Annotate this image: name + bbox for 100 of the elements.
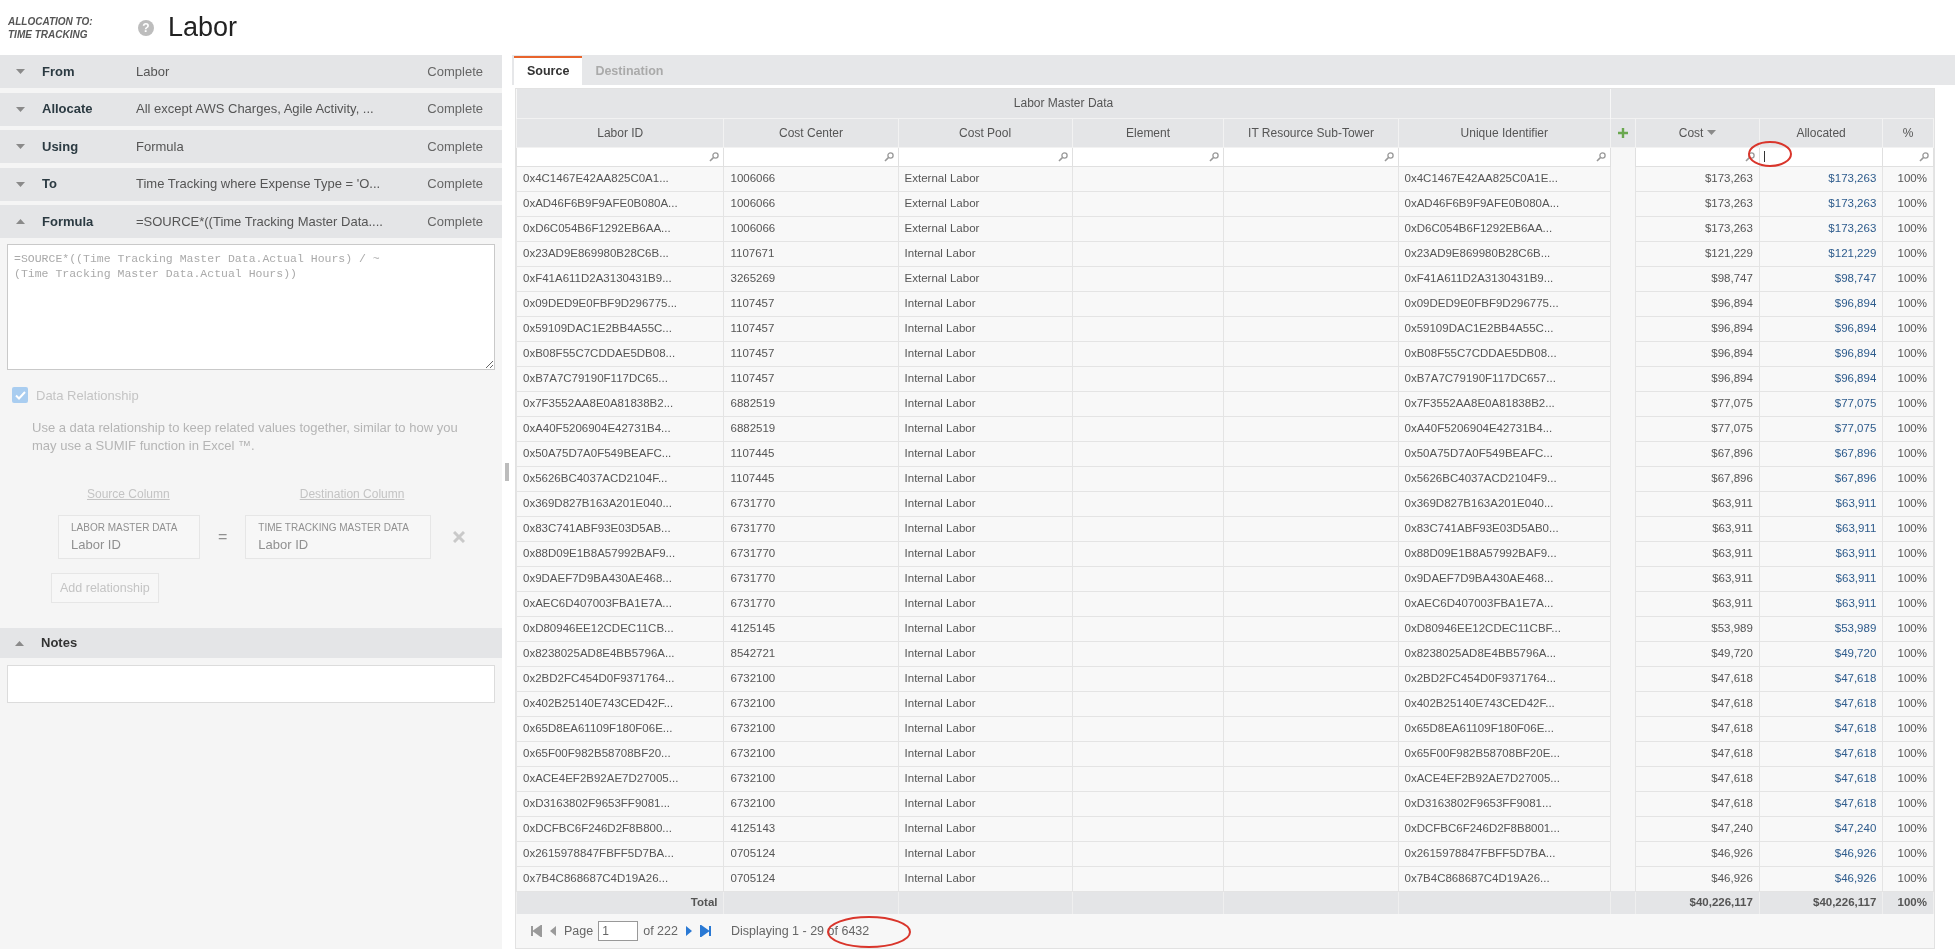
table-cell: $121,229 — [1759, 241, 1883, 266]
table-cell: 0x65F00F982B58708BF20... — [516, 741, 724, 766]
table-cell: $77,075 — [1635, 416, 1760, 441]
add-column-icon[interactable] — [1618, 127, 1629, 138]
table-cell: 0xD3163802F9653FF9081... — [516, 791, 724, 816]
table-cell: 0xD80946EE12CDEC11CB... — [516, 616, 724, 641]
tab[interactable]: Source — [514, 56, 583, 85]
section-header[interactable]: Formula =SOURCE*((Time Tracking Master Data.... Complete — [0, 205, 502, 238]
column-header[interactable]: Cost Pool — [959, 123, 1012, 142]
allocation-kicker: ALLOCATION TO: — [8, 14, 94, 28]
table-cell: 0x7B4C868687C4D19A26... — [1398, 866, 1611, 891]
table-cell: 0xF41A611D2A3130431B9... — [516, 266, 724, 291]
sort-descending-icon[interactable] — [1707, 130, 1717, 135]
text-cursor — [1763, 151, 1765, 162]
table-cell: Internal Labor — [898, 466, 1073, 491]
table-cell: $96,894 — [1635, 366, 1760, 391]
table-cell: $96,894 — [1635, 341, 1760, 366]
table-cell: 0x7F3552AA8E0A81838B2... — [1398, 391, 1611, 416]
table-cell: 0xD6C054B6F1292EB6AA... — [516, 216, 724, 241]
section-header[interactable]: To Time Tracking where Expense Type = 'O... Complete — [0, 167, 502, 201]
section-value: =SOURCE*((Time Tracking Master Data.... — [136, 212, 384, 231]
section-label: Allocate — [42, 100, 94, 119]
section-header[interactable]: Using Formula Complete — [0, 130, 502, 163]
table-cell: 0xD3163802F9653FF9081... — [1398, 791, 1611, 816]
table-cell: $47,618 — [1759, 716, 1883, 741]
caret-up-icon[interactable] — [16, 219, 25, 224]
column-header[interactable]: % — [1902, 123, 1914, 142]
table-cell: 0x9DAEF7D9BA430AE468... — [1398, 566, 1611, 591]
table-cell: $47,618 — [1759, 766, 1883, 791]
table-cell: 0x88D09E1B8A57992BAF9... — [1398, 541, 1611, 566]
allocation-target: TIME TRACKING — [8, 27, 89, 41]
table-cell: Internal Labor — [898, 291, 1073, 316]
table-cell: 1006066 — [724, 216, 899, 241]
table-cell: 0x65D8EA61109F180F06E... — [1398, 716, 1611, 741]
search-icon — [1596, 151, 1607, 162]
table-cell: $63,911 — [1635, 591, 1760, 616]
caret-down-icon[interactable] — [16, 69, 25, 74]
table-cell: $121,229 — [1635, 241, 1760, 266]
table-cell: $98,747 — [1759, 266, 1883, 291]
table-cell: $47,618 — [1759, 741, 1883, 766]
table-cell: Internal Labor — [898, 516, 1073, 541]
table-cell: Internal Labor — [898, 666, 1073, 691]
table-cell: Internal Labor — [898, 391, 1073, 416]
section-label: Using — [42, 137, 80, 156]
resize-handle[interactable] — [505, 463, 509, 481]
table-cell: $77,075 — [1635, 391, 1760, 416]
table-cell: 0x23AD9E869980B28C6B... — [516, 241, 724, 266]
table-cell: $63,911 — [1759, 491, 1883, 516]
table-cell: 0x4C1467E42AA825C0A1... — [516, 166, 724, 191]
table-cell: $46,926 — [1759, 841, 1883, 866]
section-header[interactable]: Allocate All except AWS Charges, Agile Activity, ... Complete — [0, 92, 502, 126]
caret-up-icon[interactable] — [15, 640, 24, 646]
table-cell: 0xAD46F6B9F9AFE0B080A... — [516, 191, 724, 216]
table-cell: 4125143 — [724, 816, 899, 841]
table-cell: $67,896 — [1635, 441, 1760, 466]
table-cell: 6732100 — [724, 791, 899, 816]
section-label: Formula — [42, 212, 95, 231]
table-cell: $63,911 — [1759, 541, 1883, 566]
page-title: Labor — [168, 11, 238, 45]
table-cell: 0xD80946EE12CDEC11CBF... — [1398, 616, 1611, 641]
table-cell: 0x2615978847FBFF5D7BA... — [516, 841, 724, 866]
page-field[interactable]: 1 — [598, 921, 639, 941]
table-cell: $47,618 — [1759, 791, 1883, 816]
table-cell: $173,263 — [1635, 191, 1760, 216]
table-cell: 0x402B25140E743CED42F... — [1398, 691, 1611, 716]
column-header[interactable]: Element — [1126, 123, 1171, 142]
table-cell: 6732100 — [724, 716, 899, 741]
section-header[interactable]: From Labor Complete — [0, 55, 502, 88]
table-cell: 0xAEC6D407003FBA1E7A... — [1398, 591, 1611, 616]
column-header[interactable]: Labor ID — [597, 123, 644, 142]
table-cell: $173,263 — [1635, 166, 1760, 191]
notes-field[interactable] — [7, 665, 495, 703]
table-cell: 0x88D09E1B8A57992BAF9... — [516, 541, 724, 566]
table-cell: 0x59109DAC1E2BB4A55C... — [516, 316, 724, 341]
table-cell: Internal Labor — [898, 316, 1073, 341]
table-cell: 0x59109DAC1E2BB4A55C... — [1398, 316, 1611, 341]
total-label: Total — [516, 891, 724, 914]
caret-down-icon[interactable] — [16, 144, 25, 149]
table-cell: $63,911 — [1759, 566, 1883, 591]
last-page-icon[interactable] — [699, 925, 712, 937]
table-cell: 6732100 — [724, 666, 899, 691]
table-cell: $47,618 — [1635, 716, 1760, 741]
caret-down-icon[interactable] — [16, 181, 25, 187]
caret-down-icon[interactable] — [16, 106, 25, 112]
table-cell: $96,894 — [1635, 316, 1760, 341]
table-cell: Internal Labor — [898, 716, 1073, 741]
table-cell: $47,618 — [1635, 766, 1760, 791]
section-status: Complete — [427, 100, 484, 119]
table-cell: $67,896 — [1759, 466, 1883, 491]
section-label: To — [42, 175, 58, 194]
table-cell: 1107457 — [724, 316, 899, 341]
table-cell: 0x50A75D7A0F549BEAFC... — [1398, 441, 1611, 466]
table-cell: 0xACE4EF2B92AE7D27005... — [516, 766, 724, 791]
table-cell: Internal Labor — [898, 841, 1073, 866]
close-icon[interactable] — [453, 531, 466, 543]
total-cell: 100% — [1882, 891, 1934, 914]
table-cell: 8542721 — [724, 641, 899, 666]
table-cell: 0705124 — [724, 866, 899, 891]
table-cell: 0x65F00F982B58708BF20E... — [1398, 741, 1611, 766]
table-cell: $47,618 — [1635, 791, 1760, 816]
